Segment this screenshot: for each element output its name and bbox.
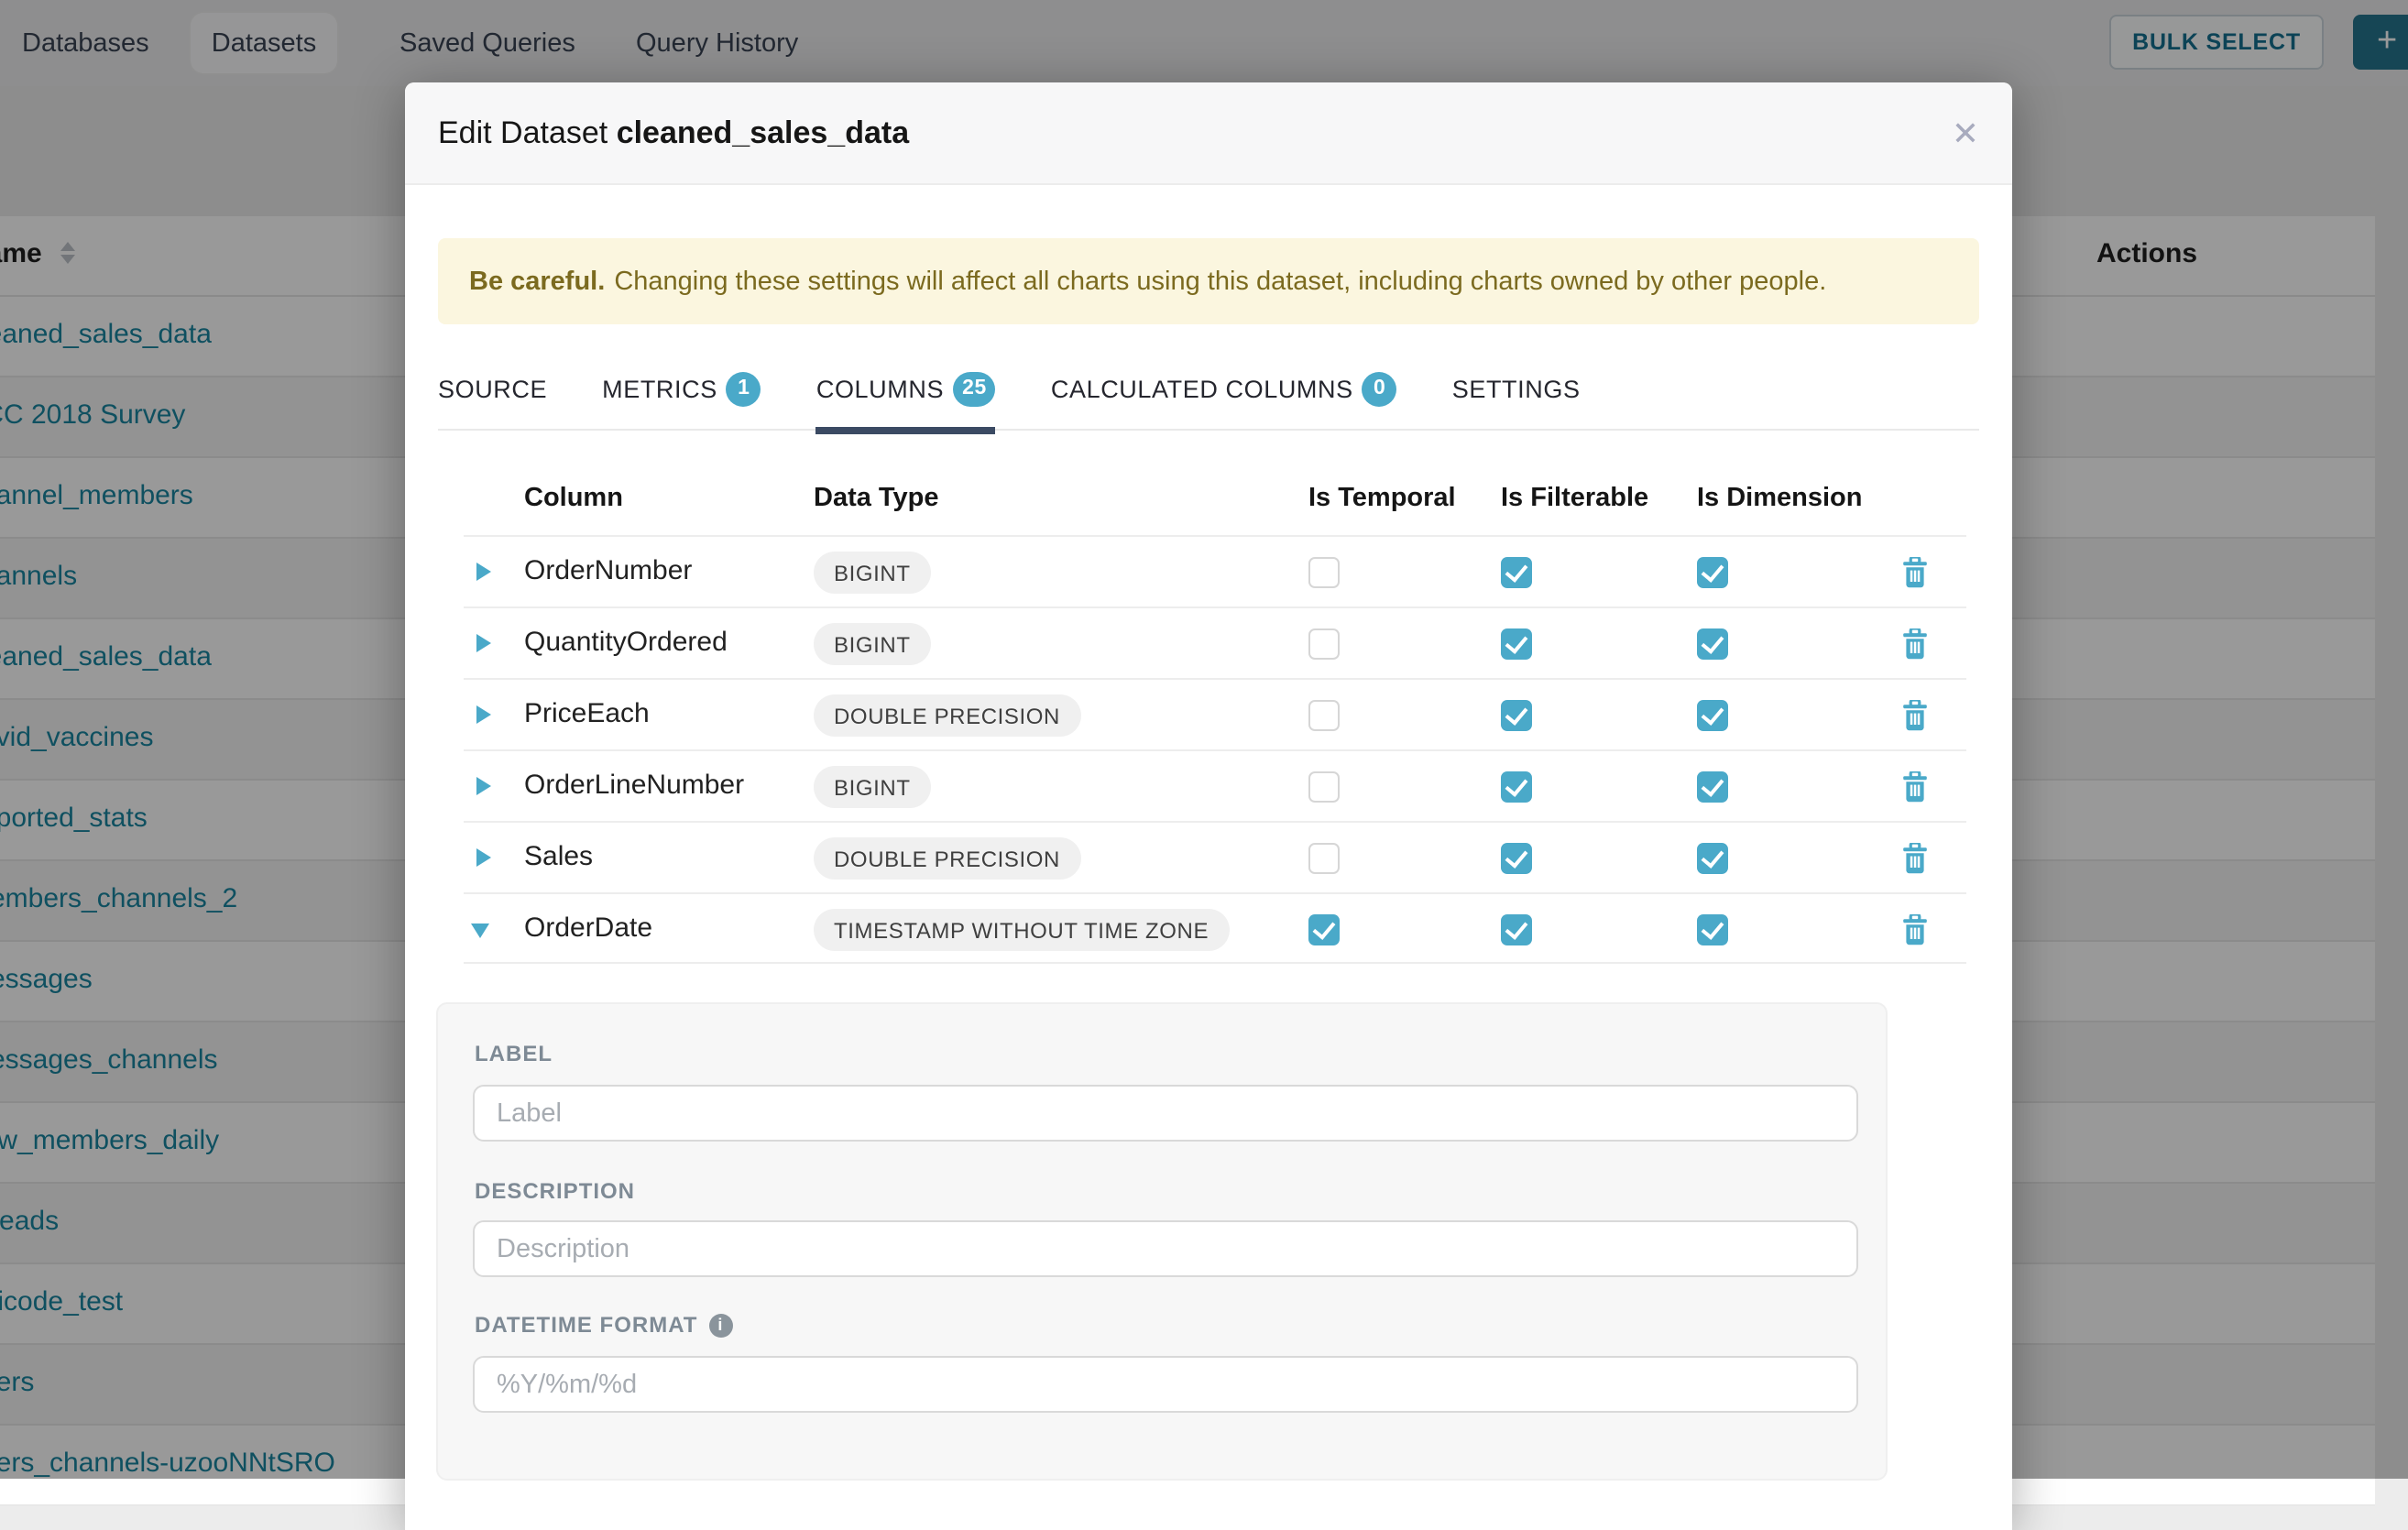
trash-icon	[1902, 843, 1928, 874]
data-type-pill: BIGINT	[814, 552, 931, 594]
tab-calculated-columns[interactable]: CALCULATED COLUMNS 0	[1051, 347, 1397, 430]
checkbox-is-temporal[interactable]	[1308, 628, 1340, 660]
checkbox-is-dimension[interactable]	[1697, 914, 1728, 945]
warning-text: Changing these settings will affect all …	[614, 267, 1826, 296]
delete-column-button[interactable]	[1902, 628, 1928, 660]
delete-column-button[interactable]	[1902, 771, 1928, 803]
expand-caret-icon[interactable]	[476, 563, 491, 581]
description-field-input[interactable]	[473, 1220, 1858, 1277]
checkbox-is-dimension[interactable]	[1697, 771, 1728, 803]
tab-count-badge: 25	[953, 371, 996, 406]
checkbox-is-dimension[interactable]	[1697, 557, 1728, 588]
tab-metrics[interactable]: METRICS 1	[602, 347, 761, 430]
modal-header: Edit Dataset cleaned_sales_data ✕	[405, 82, 2012, 185]
column-row-OrderDate: OrderDate TIMESTAMP WITHOUT TIME ZONE	[464, 892, 1966, 964]
modal-tabs: SOURCE METRICS 1 COLUMNS 25 CALCULATED C…	[438, 348, 1979, 431]
trash-icon	[1902, 557, 1928, 588]
close-icon[interactable]: ✕	[1952, 116, 1979, 149]
checkbox-is-filterable[interactable]	[1501, 843, 1532, 874]
columns-table-header: Column Data Type Is Temporal Is Filterab…	[464, 464, 1966, 535]
tab-label: CALCULATED COLUMNS	[1051, 375, 1353, 402]
modal-title: Edit Dataset cleaned_sales_data	[438, 115, 909, 151]
collapse-caret-icon[interactable]	[471, 923, 489, 938]
checkbox-is-temporal[interactable]	[1308, 700, 1340, 731]
column-row-OrderNumber: OrderNumber BIGINT	[464, 535, 1966, 607]
modal-title-dataset-name: cleaned_sales_data	[617, 115, 909, 149]
checkbox-is-dimension[interactable]	[1697, 843, 1728, 874]
label-field-input[interactable]	[473, 1085, 1858, 1142]
checkbox-is-filterable[interactable]	[1501, 771, 1532, 803]
columns-table-rows: OrderNumber BIGINT QuantityOrdered BIGINT Pr…	[464, 535, 1966, 964]
warning-banner: Be careful. Changing these settings will…	[438, 238, 1979, 324]
trash-icon	[1902, 700, 1928, 731]
header-column: Column	[524, 484, 623, 513]
column-row-QuantityOrdered: QuantityOrdered BIGINT	[464, 607, 1966, 678]
label-field-label: LABEL	[475, 1041, 553, 1066]
checkbox-is-temporal[interactable]	[1308, 914, 1340, 945]
modal-title-prefix: Edit Dataset	[438, 115, 607, 149]
header-data-type: Data Type	[814, 484, 938, 513]
tab-label: SOURCE	[438, 375, 547, 402]
data-type-pill: DOUBLE PRECISION	[814, 837, 1080, 880]
screen: Databases Datasets Saved Queries Query H…	[0, 0, 2408, 1479]
data-type-pill: DOUBLE PRECISION	[814, 694, 1080, 737]
tab-columns[interactable]: COLUMNS 25	[816, 347, 996, 430]
checkbox-is-dimension[interactable]	[1697, 628, 1728, 660]
tab-settings[interactable]: SETTINGS	[1452, 347, 1581, 430]
column-edit-panel: LABEL DESCRIPTION DATETIME FORMAT i	[436, 1002, 1888, 1481]
checkbox-is-filterable[interactable]	[1501, 628, 1532, 660]
warning-bold-text: Be careful.	[469, 267, 605, 296]
tab-count-badge: 0	[1363, 371, 1397, 406]
expand-caret-icon[interactable]	[476, 705, 491, 724]
checkbox-is-temporal[interactable]	[1308, 557, 1340, 588]
column-row-PriceEach: PriceEach DOUBLE PRECISION	[464, 678, 1966, 749]
info-icon[interactable]: i	[708, 1313, 732, 1337]
checkbox-is-filterable[interactable]	[1501, 700, 1532, 731]
modal-body: Be careful. Changing these settings will…	[405, 238, 2012, 1481]
data-type-pill: BIGINT	[814, 623, 931, 665]
column-name: PriceEach	[524, 698, 650, 729]
column-row-OrderLineNumber: OrderLineNumber BIGINT	[464, 749, 1966, 821]
expand-caret-icon[interactable]	[476, 848, 491, 867]
checkbox-is-temporal[interactable]	[1308, 771, 1340, 803]
trash-icon	[1902, 914, 1928, 945]
header-is-temporal: Is Temporal	[1308, 484, 1456, 513]
trash-icon	[1902, 771, 1928, 803]
column-name: OrderDate	[524, 913, 652, 944]
tab-source[interactable]: SOURCE	[438, 347, 547, 430]
delete-column-button[interactable]	[1902, 557, 1928, 588]
column-row-Sales: Sales DOUBLE PRECISION	[464, 821, 1966, 892]
data-type-pill: BIGINT	[814, 766, 931, 808]
expand-caret-icon[interactable]	[476, 777, 491, 795]
checkbox-is-temporal[interactable]	[1308, 843, 1340, 874]
header-is-dimension: Is Dimension	[1697, 484, 1863, 513]
checkbox-is-dimension[interactable]	[1697, 700, 1728, 731]
column-name: OrderNumber	[524, 555, 692, 586]
trash-icon	[1902, 628, 1928, 660]
delete-column-button[interactable]	[1902, 914, 1928, 945]
checkbox-is-filterable[interactable]	[1501, 914, 1532, 945]
delete-column-button[interactable]	[1902, 700, 1928, 731]
edit-dataset-modal: Edit Dataset cleaned_sales_data ✕ Be car…	[405, 82, 2012, 1530]
expand-caret-icon[interactable]	[476, 634, 491, 652]
description-field-label: DESCRIPTION	[475, 1178, 635, 1204]
data-type-pill: TIMESTAMP WITHOUT TIME ZONE	[814, 909, 1229, 951]
columns-table: Column Data Type Is Temporal Is Filterab…	[464, 464, 1966, 964]
tab-label: METRICS	[602, 375, 717, 402]
datetime-format-field-label: DATETIME FORMAT i	[475, 1312, 732, 1338]
tab-label: COLUMNS	[816, 375, 944, 402]
datetime-format-input[interactable]	[473, 1356, 1858, 1413]
column-name: QuantityOrdered	[524, 627, 728, 658]
column-name: OrderLineNumber	[524, 770, 744, 801]
tab-count-badge: 1	[727, 371, 761, 406]
header-is-filterable: Is Filterable	[1501, 484, 1648, 513]
column-name: Sales	[524, 841, 593, 872]
tab-label: SETTINGS	[1452, 375, 1581, 402]
checkbox-is-filterable[interactable]	[1501, 557, 1532, 588]
delete-column-button[interactable]	[1902, 843, 1928, 874]
